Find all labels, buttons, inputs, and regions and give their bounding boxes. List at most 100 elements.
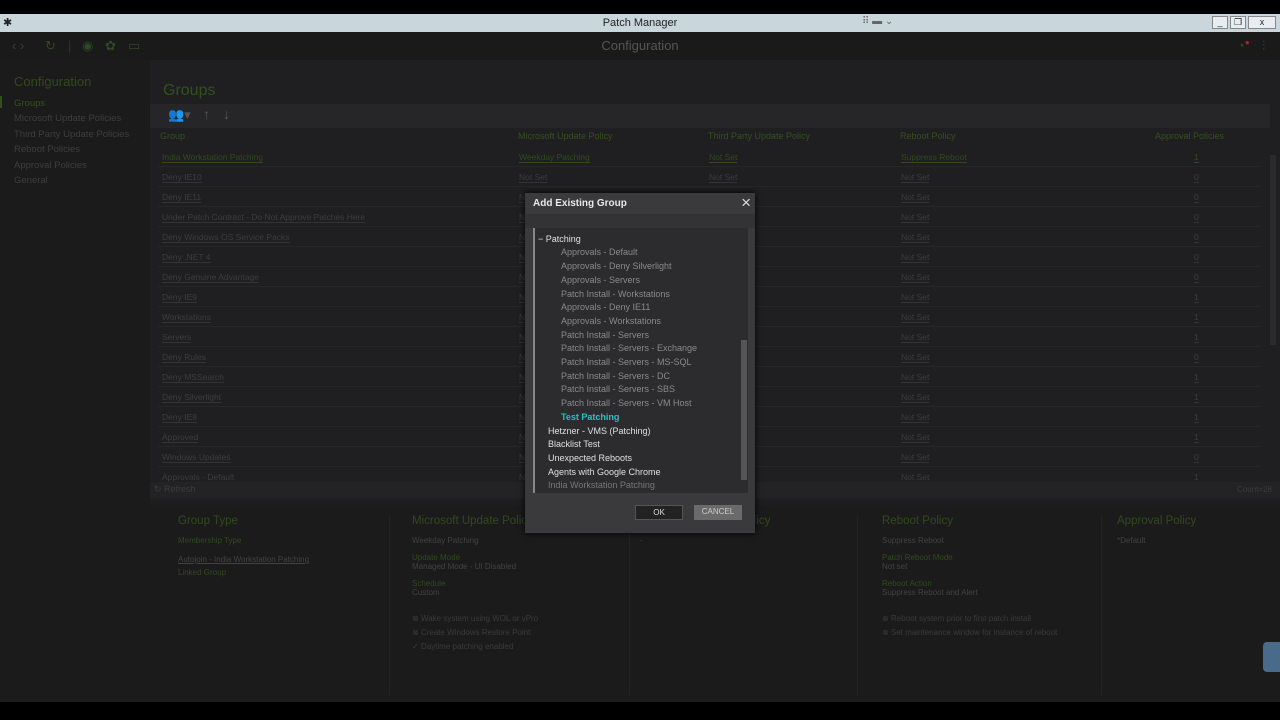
tree-item[interactable]: Approvals - Workstations — [561, 316, 661, 326]
sidebar-item-microsoft-update-policies[interactable]: Microsoft Update Policies — [14, 113, 121, 124]
tree-item[interactable]: Patch Install - Servers - MS-SQL — [561, 357, 692, 367]
tree-item[interactable]: Patch Install - Servers - SBS — [561, 384, 675, 394]
group-name-cell[interactable]: Deny Silverlight — [162, 392, 222, 403]
settings-sliders-icon[interactable]: ⫶ — [1262, 38, 1265, 54]
tree-item[interactable]: Approvals - Default — [561, 247, 638, 257]
group-name-cell[interactable]: India Workstation Patching — [162, 152, 263, 163]
approval-count-cell[interactable]: 1 — [1194, 432, 1199, 443]
table-scrollbar[interactable] — [1270, 155, 1276, 345]
third-party-policy-cell[interactable]: Not Set — [709, 172, 738, 183]
group-name-cell[interactable]: Workstations — [162, 312, 211, 323]
sidebar-item-third-party-update-policies[interactable]: Third Party Update Policies — [14, 129, 129, 140]
reboot-policy-cell[interactable]: Not Set — [901, 412, 930, 423]
reboot-policy-cell[interactable]: Not Set — [901, 432, 930, 443]
approval-count-cell[interactable]: 1 — [1194, 372, 1199, 383]
group-name-cell[interactable]: Deny MSSearch — [162, 372, 224, 383]
reboot-policy-cell[interactable]: Not Set — [901, 312, 930, 323]
group-name-cell[interactable]: Deny IE11 — [162, 192, 202, 203]
tree-item[interactable]: Hetzner - VMS (Patching) — [548, 426, 651, 436]
tree-item[interactable]: Test Patching — [561, 412, 619, 422]
reboot-policy-cell[interactable]: Not Set — [901, 452, 930, 463]
table-row[interactable]: Deny IE10 Not Set Not Set Not Set 0 — [158, 167, 1260, 187]
group-name-cell[interactable]: Deny .NET 4 — [162, 252, 211, 263]
tree-item[interactable]: Patch Install - Servers - VM Host — [561, 398, 692, 408]
minimize-button[interactable]: _ — [1212, 16, 1228, 29]
tree-item[interactable]: Patch Install - Servers - DC — [561, 371, 670, 381]
reboot-policy-cell[interactable]: Not Set — [901, 372, 930, 383]
column-header-approval-policies[interactable]: Approval Policies — [1155, 131, 1224, 141]
reboot-policy-cell[interactable]: Not Set — [901, 332, 930, 343]
ok-button[interactable]: OK — [635, 505, 683, 520]
group-name-cell[interactable]: Deny Rules — [162, 352, 206, 363]
reboot-policy-cell[interactable]: Not Set — [901, 352, 930, 363]
tree-scrollbar[interactable] — [740, 228, 748, 493]
sidebar-item-approval-policies[interactable]: Approval Policies — [14, 160, 87, 171]
refresh-button[interactable]: ↻ Refresh — [154, 484, 196, 495]
approval-count-cell[interactable]: 0 — [1194, 172, 1199, 183]
reboot-policy-cell[interactable]: Suppress Reboot — [901, 152, 967, 163]
group-name-cell[interactable]: Under Patch Contract - Do Not Approve Pa… — [162, 212, 366, 223]
approval-count-cell[interactable]: 0 — [1194, 272, 1199, 283]
group-name-cell[interactable]: Deny IE8 — [162, 412, 197, 423]
scrollbar-thumb[interactable] — [741, 340, 747, 480]
column-header-third-party-policy[interactable]: Third Party Update Policy — [708, 131, 810, 141]
add-group-icon[interactable]: 👥▾ — [168, 107, 191, 123]
table-row[interactable]: India Workstation Patching Weekday Patchi… — [158, 147, 1260, 167]
tree-item[interactable]: Patch Install - Servers — [561, 330, 649, 340]
approval-count-cell[interactable]: 1 — [1194, 392, 1199, 403]
reboot-policy-cell[interactable]: Not Set — [901, 232, 930, 243]
approval-count-cell[interactable]: 0 — [1194, 352, 1199, 363]
collapse-icon[interactable]: − — [538, 234, 546, 244]
close-icon[interactable]: × — [741, 193, 751, 213]
group-tree[interactable]: Hetzner − Patching Approvals - Default Appr… — [533, 228, 747, 493]
tree-item[interactable]: India Workstation Patching — [548, 480, 655, 490]
approval-count-cell[interactable]: 1 — [1194, 412, 1199, 423]
tree-item[interactable]: Blacklist Test — [548, 439, 600, 449]
approval-count-cell[interactable]: 1 — [1194, 312, 1199, 323]
approval-count-cell[interactable]: 0 — [1194, 252, 1199, 263]
move-down-icon[interactable]: ↓ — [223, 106, 230, 122]
reboot-policy-cell[interactable]: Not Set — [901, 252, 930, 263]
close-button[interactable]: x — [1248, 16, 1276, 29]
group-name-cell[interactable]: Deny Genuine Advantage — [162, 272, 259, 283]
group-name-cell[interactable]: Servers — [162, 332, 192, 343]
tree-item[interactable]: Approvals - Servers — [561, 275, 640, 285]
status-icon[interactable]: ◔● — [1237, 38, 1250, 53]
move-up-icon[interactable]: ↑ — [203, 106, 210, 122]
tree-item[interactable]: Hetzner — [548, 228, 580, 230]
approval-count-cell[interactable]: 0 — [1194, 452, 1199, 463]
reboot-policy-cell[interactable]: Not Set — [901, 292, 930, 303]
approval-count-cell[interactable]: 0 — [1194, 212, 1199, 223]
tree-item[interactable]: Unexpected Reboots — [548, 453, 632, 463]
sidebar-item-groups[interactable]: Groups — [14, 98, 45, 109]
reboot-policy-cell[interactable]: Not Set — [901, 212, 930, 223]
cancel-button[interactable]: CANCEL — [694, 505, 742, 520]
column-header-ms-policy[interactable]: Microsoft Update Policy — [518, 131, 613, 141]
tree-item[interactable]: Patch Install - Workstations — [561, 289, 670, 299]
sidebar-item-general[interactable]: General — [14, 175, 48, 186]
approval-count-cell[interactable]: 0 — [1194, 232, 1199, 243]
ms-policy-cell[interactable]: Weekday Patching — [519, 152, 590, 163]
restore-button[interactable]: ❐ — [1230, 16, 1246, 29]
group-name-cell[interactable]: Deny IE9 — [162, 292, 197, 303]
group-name-cell[interactable]: Deny Windows OS Service Packs — [162, 232, 290, 243]
approval-count-cell[interactable]: 0 — [1194, 192, 1199, 203]
approval-count-cell[interactable]: 1 — [1194, 152, 1199, 163]
sidebar-item-reboot-policies[interactable]: Reboot Policies — [14, 144, 80, 155]
tree-item[interactable]: Approvals - Deny IE11 — [561, 302, 650, 312]
group-name-cell[interactable]: Deny IE10 — [162, 172, 202, 183]
tree-item[interactable]: Agents with Google Chrome — [548, 467, 661, 477]
reboot-policy-cell[interactable]: Not Set — [901, 272, 930, 283]
group-name-cell[interactable]: Windows Updates — [162, 452, 231, 463]
tree-item[interactable]: Approvals - Deny Silverlight — [561, 261, 672, 271]
column-header-reboot-policy[interactable]: Reboot Policy — [900, 131, 956, 141]
reboot-policy-cell[interactable]: Not Set — [901, 392, 930, 403]
column-header-group[interactable]: Group — [160, 131, 185, 141]
ms-policy-cell[interactable]: Not Set — [519, 172, 548, 183]
third-party-policy-cell[interactable]: Not Set — [709, 152, 738, 163]
remote-support-tab[interactable] — [1263, 642, 1280, 672]
approval-count-cell[interactable]: 1 — [1194, 332, 1199, 343]
tree-item[interactable]: Patch Install - Servers - Exchange — [561, 343, 697, 353]
reboot-policy-cell[interactable]: Not Set — [901, 172, 930, 183]
membership-link[interactable]: Autojoin - India Workstation Patching — [178, 555, 389, 564]
